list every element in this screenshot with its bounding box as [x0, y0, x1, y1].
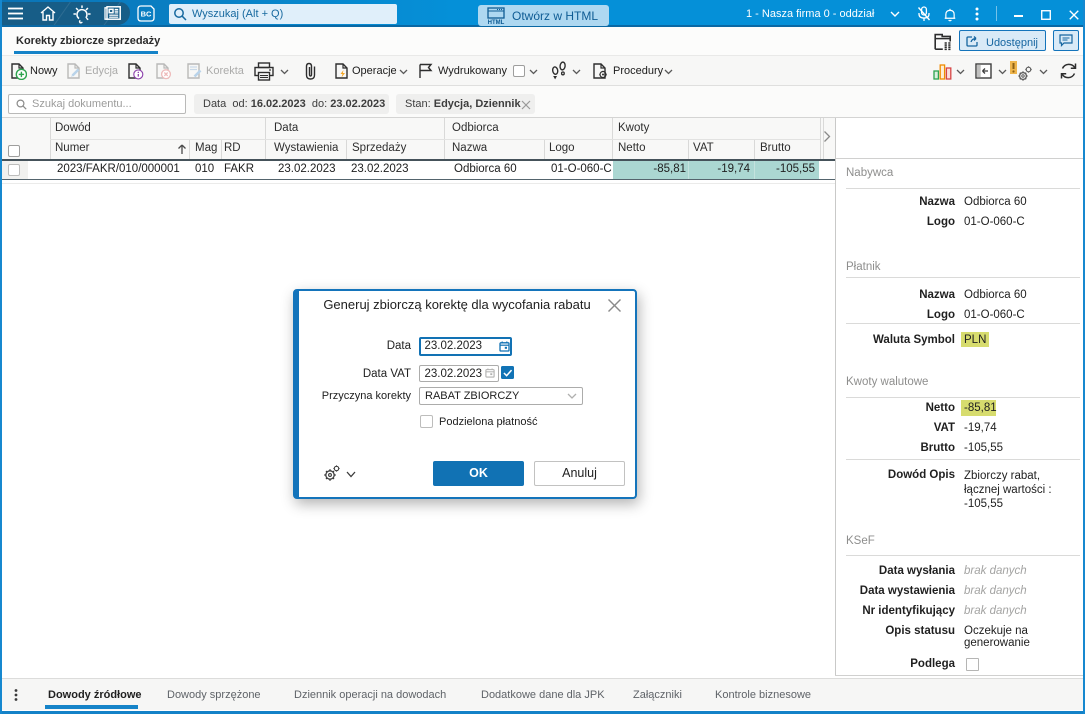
svg-text:BC: BC [141, 10, 152, 19]
svg-text:HTML: HTML [488, 20, 505, 24]
